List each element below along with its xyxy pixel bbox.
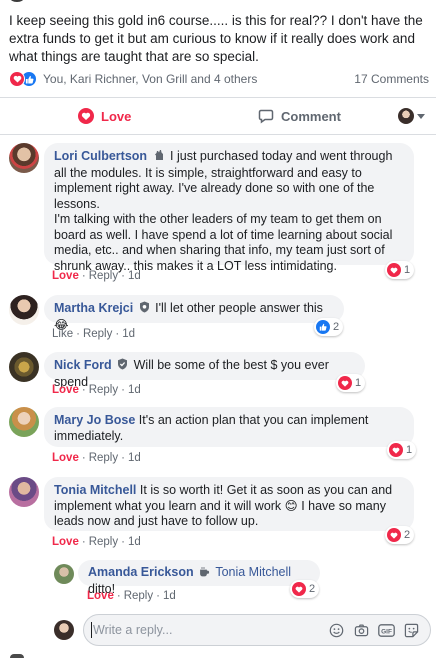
comment-bubble: Lori Culbertson I just purchased today a… — [44, 143, 414, 273]
thumbs-up-icon — [316, 320, 330, 334]
avatar[interactable] — [9, 143, 39, 173]
top-avatar-sliver — [10, 0, 24, 2]
comment-author[interactable]: Lori Culbertson — [54, 149, 147, 163]
heart-icon — [389, 443, 403, 457]
comment-text: I just purchased today and went through … — [54, 149, 393, 273]
reply-input[interactable]: Write a reply... GIF — [83, 614, 431, 646]
reaction-count-pill[interactable]: 1 — [385, 261, 415, 279]
gif-icon[interactable]: GIF — [378, 622, 395, 639]
heart-icon[interactable] — [9, 71, 25, 87]
comment-author[interactable]: Martha Krejci — [54, 301, 133, 315]
reaction-count: 2 — [333, 321, 340, 333]
comment-count[interactable]: 17 Comments — [354, 72, 429, 86]
timestamp[interactable]: 1d — [122, 328, 135, 340]
love-link[interactable]: Love — [52, 270, 79, 282]
avatar — [54, 620, 74, 640]
reaction-count: 1 — [404, 264, 411, 276]
camera-icon[interactable] — [353, 622, 370, 639]
reaction-count: 1 — [355, 377, 362, 389]
divider — [0, 97, 436, 98]
comment-bubble: Mary Jo Bose It's an action plan that yo… — [44, 407, 414, 447]
comment-author[interactable]: Mary Jo Bose — [54, 413, 135, 427]
comment-icon — [258, 109, 274, 124]
avatar[interactable] — [9, 477, 39, 507]
heart-icon — [338, 376, 352, 390]
reaction-count-pill[interactable]: 2 — [290, 580, 320, 598]
reaction-count: 2 — [404, 529, 411, 541]
reaction-count: 1 — [406, 444, 413, 456]
avatar[interactable] — [54, 564, 74, 584]
comment-meta: Love · Reply · 1d — [52, 270, 141, 282]
admin-shield-icon — [117, 358, 128, 375]
reaction-count-pill[interactable]: 1 — [336, 374, 366, 392]
comment-meta: Love · Reply · 1d — [52, 384, 141, 396]
reply-link[interactable]: Reply — [124, 590, 153, 602]
next-comment-edge — [0, 654, 436, 658]
divider — [0, 134, 436, 135]
comment-meta: Like · Reply · 1d — [52, 328, 135, 340]
reply-link[interactable]: Reply — [89, 452, 118, 464]
timestamp[interactable]: 1d — [128, 270, 141, 282]
reply-link[interactable]: Reply — [83, 328, 112, 340]
mention-link[interactable]: Tonia Mitchell — [215, 565, 291, 579]
emoji-icon[interactable] — [328, 622, 345, 639]
comment-meta: Love · Reply · 1d — [52, 536, 141, 548]
rising-fan-icon — [153, 149, 165, 166]
like-link[interactable]: Like — [52, 328, 73, 340]
text-cursor — [91, 622, 92, 638]
reactions-summary[interactable]: You, Kari Richner, Von Grill and 4 other… — [43, 72, 257, 86]
comment-meta: Love · Reply · 1d — [52, 452, 141, 464]
comment-button-label: Comment — [281, 108, 341, 124]
timestamp[interactable]: 1d — [128, 536, 141, 548]
comment-bubble: Martha Krejci I'll let other people answ… — [44, 295, 344, 332]
comment-bubble: Nick Ford Will be some of the best $ you… — [44, 352, 365, 389]
reaction-count-pill[interactable]: 2 — [385, 526, 415, 544]
post-actions: Love Comment — [0, 102, 436, 130]
admin-shield-icon — [139, 301, 150, 318]
reply-toolbar: GIF — [328, 622, 430, 639]
comment-bubble: Tonia Mitchell It is so worth it! Get it… — [44, 477, 414, 531]
avatar — [398, 108, 414, 124]
love-link[interactable]: Love — [52, 452, 79, 464]
chevron-down-icon — [417, 113, 425, 119]
coffee-icon — [199, 566, 210, 582]
heart-icon — [387, 263, 401, 277]
comment-button[interactable]: Comment — [258, 108, 341, 124]
reaction-count-pill[interactable]: 2 — [314, 318, 344, 336]
reactions-bar: You, Kari Richner, Von Grill and 4 other… — [9, 68, 429, 90]
love-link[interactable]: Love — [87, 590, 114, 602]
timestamp[interactable]: 1d — [128, 384, 141, 396]
love-link[interactable]: Love — [52, 384, 79, 396]
reply-author[interactable]: Amanda Erickson — [88, 565, 194, 579]
reply-placeholder: Write a reply... — [93, 623, 173, 637]
comment-as-selector[interactable] — [398, 108, 425, 124]
reaction-count-pill[interactable]: 1 — [387, 441, 417, 459]
comment-text: I'll let other people answer this — [155, 301, 323, 315]
avatar[interactable] — [9, 295, 39, 325]
reply-bubble: Amanda Erickson Tonia Mitchell ditto! — [78, 560, 320, 596]
sticker-icon[interactable] — [403, 622, 420, 639]
avatar[interactable] — [9, 352, 39, 382]
reply-link[interactable]: Reply — [89, 536, 118, 548]
reply-link[interactable]: Reply — [89, 384, 118, 396]
timestamp[interactable]: 1d — [163, 590, 176, 602]
reply-link[interactable]: Reply — [89, 270, 118, 282]
heart-icon — [78, 108, 94, 124]
heart-icon — [387, 528, 401, 542]
love-button-label: Love — [101, 108, 132, 124]
love-link[interactable]: Love — [52, 536, 79, 548]
avatar[interactable] — [9, 407, 39, 437]
heart-icon — [292, 582, 306, 596]
timestamp[interactable]: 1d — [128, 452, 141, 464]
reaction-count: 2 — [309, 583, 316, 595]
svg-text:GIF: GIF — [381, 628, 392, 635]
love-button[interactable]: Love — [78, 108, 131, 124]
comment-author[interactable]: Nick Ford — [54, 358, 112, 372]
smiling-emoji-icon: 😊 — [284, 498, 298, 513]
reply-meta: Love · Reply · 1d — [87, 590, 176, 602]
post-text: I keep seeing this gold in6 course..... … — [9, 13, 423, 64]
comment-author[interactable]: Tonia Mitchell — [54, 483, 136, 497]
